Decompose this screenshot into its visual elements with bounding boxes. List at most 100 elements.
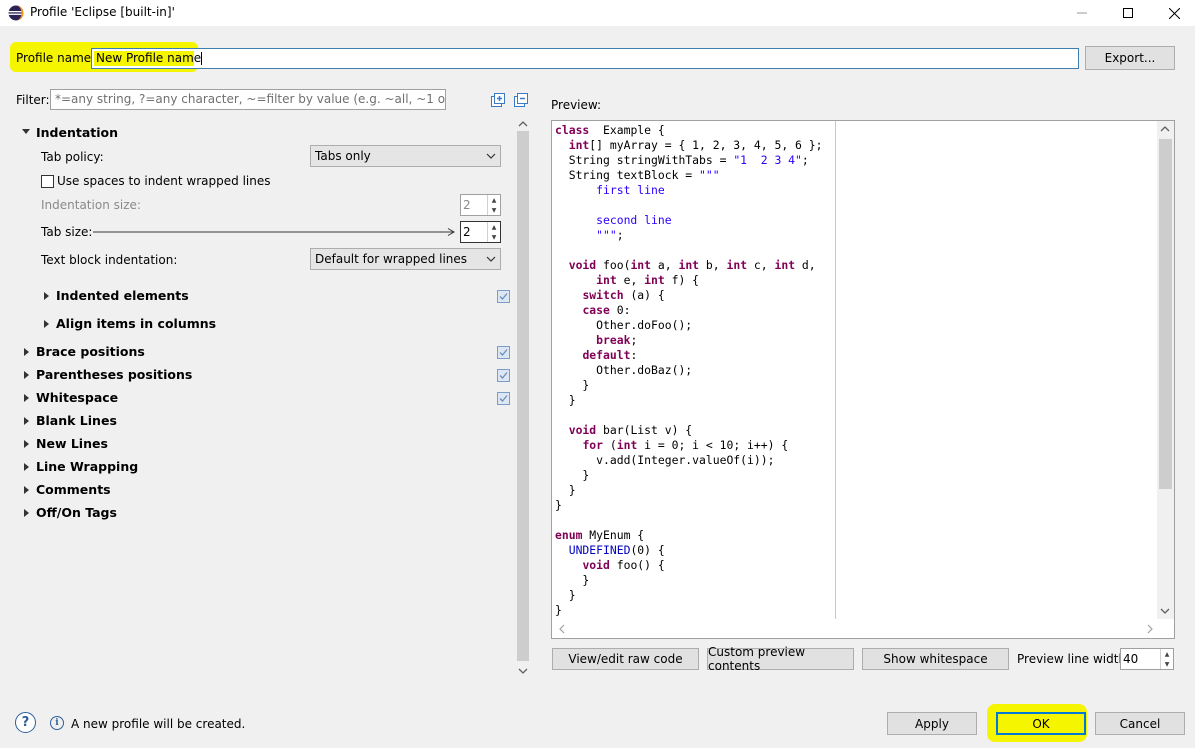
show-whitespace-button[interactable]: Show whitespace bbox=[862, 648, 1009, 670]
tree-item-indented-elements[interactable]: Indented elements bbox=[56, 288, 189, 303]
tree-item-indentation[interactable]: Indentation bbox=[36, 125, 118, 140]
code-line: } bbox=[555, 573, 590, 587]
chevron-right-icon bbox=[24, 417, 29, 425]
section-expand-toggle[interactable] bbox=[24, 509, 29, 517]
section-expand-toggle[interactable] bbox=[24, 371, 29, 379]
section-expand-toggle[interactable] bbox=[24, 440, 29, 448]
chevron-right-icon bbox=[24, 486, 29, 494]
tree-item-section[interactable]: Blank Lines bbox=[36, 413, 117, 428]
tree-item-section[interactable]: Brace positions bbox=[36, 344, 145, 359]
wrapped-spaces-checkbox[interactable] bbox=[41, 175, 54, 188]
cancel-button[interactable]: Cancel bbox=[1095, 712, 1185, 735]
code-line: } bbox=[555, 483, 576, 497]
scroll-right-icon[interactable] bbox=[1146, 624, 1154, 634]
code-line: } bbox=[555, 393, 576, 407]
tree-item-section[interactable]: Whitespace bbox=[36, 390, 118, 405]
code-line: void foo(int a, int b, int c, int d, bbox=[568, 258, 816, 272]
chevron-down-icon bbox=[486, 256, 496, 262]
scroll-down-icon[interactable] bbox=[1160, 607, 1170, 615]
collapse-all-icon[interactable] bbox=[513, 93, 529, 109]
tab-policy-select[interactable]: Tabs only bbox=[310, 145, 501, 167]
code-line: } bbox=[555, 468, 590, 482]
maximize-button[interactable] bbox=[1105, 0, 1151, 26]
check-icon bbox=[499, 293, 508, 300]
close-button[interactable] bbox=[1151, 0, 1195, 26]
preview-editor[interactable]: class Example { int[] myArray = { 1, 2, … bbox=[551, 120, 1175, 639]
preview-line-width-spinner[interactable]: 40 ▲ ▼ bbox=[1120, 648, 1174, 670]
align-columns-toggle[interactable] bbox=[44, 320, 49, 328]
chevron-down-icon bbox=[22, 129, 30, 134]
section-expand-toggle[interactable] bbox=[24, 417, 29, 425]
export-button[interactable]: Export... bbox=[1085, 46, 1175, 70]
tree-item-section[interactable]: Line Wrapping bbox=[36, 459, 138, 474]
scroll-left-icon[interactable] bbox=[558, 624, 566, 634]
status-message: A new profile will be created. bbox=[71, 717, 246, 731]
indent-size-spinner[interactable]: 2 ▲ ▼ bbox=[460, 194, 501, 216]
chevron-right-icon bbox=[44, 292, 49, 300]
tab-size-spinner[interactable]: 2 ▲ ▼ bbox=[460, 221, 501, 243]
chevron-right-icon bbox=[24, 509, 29, 517]
spinner-arrows: ▲ ▼ bbox=[1160, 649, 1173, 669]
code-line: void bar(List v) { bbox=[568, 423, 693, 437]
profile-name-field[interactable]: New Profile name bbox=[91, 48, 1079, 69]
section-expand-toggle[interactable] bbox=[24, 463, 29, 471]
scroll-up-icon[interactable] bbox=[1160, 125, 1170, 133]
profile-name-label: Profile name: bbox=[16, 51, 96, 65]
code-line: } bbox=[555, 378, 590, 392]
scroll-down-icon[interactable] bbox=[518, 667, 528, 675]
preview-hscrollbar[interactable] bbox=[552, 619, 1157, 638]
text-block-value: Default for wrapped lines bbox=[315, 252, 468, 266]
chevron-down-icon bbox=[486, 153, 496, 159]
tree-item-align-columns[interactable]: Align items in columns bbox=[56, 316, 216, 331]
chevron-right-icon bbox=[24, 371, 29, 379]
expand-all-icon[interactable] bbox=[490, 93, 506, 109]
minimize-button[interactable] bbox=[1059, 0, 1105, 26]
tree-item-section[interactable]: New Lines bbox=[36, 436, 108, 451]
spinner-up-icon[interactable]: ▲ bbox=[488, 195, 500, 205]
filter-input[interactable]: *=any string, ?=any character, ~=filter … bbox=[50, 89, 446, 110]
indentation-expand-toggle[interactable] bbox=[22, 129, 30, 134]
code-line: Other.doBaz(); bbox=[555, 363, 693, 377]
tree-scrollbar[interactable] bbox=[515, 117, 531, 680]
text-block-label: Text block indentation: bbox=[41, 253, 178, 267]
minimize-icon bbox=[1077, 12, 1087, 14]
code-line: break; bbox=[596, 333, 638, 347]
scroll-up-icon[interactable] bbox=[518, 120, 528, 128]
code-line: } bbox=[555, 588, 576, 602]
scroll-thumb[interactable] bbox=[517, 131, 529, 661]
tab-size-label: Tab size: bbox=[41, 225, 93, 239]
spinner-down-icon[interactable]: ▼ bbox=[488, 232, 500, 242]
tab-policy-value: Tabs only bbox=[315, 149, 371, 163]
apply-button[interactable]: Apply bbox=[887, 712, 977, 735]
view-raw-code-button[interactable]: View/edit raw code bbox=[552, 648, 699, 670]
chevron-right-icon bbox=[24, 348, 29, 356]
section-expand-toggle[interactable] bbox=[24, 348, 29, 356]
tree-item-section[interactable]: Parentheses positions bbox=[36, 367, 192, 382]
preview-code: class Example { int[] myArray = { 1, 2, … bbox=[555, 123, 822, 618]
tree-item-section[interactable]: Off/On Tags bbox=[36, 505, 117, 520]
spinner-down-icon[interactable]: ▼ bbox=[488, 205, 500, 215]
code-line: class Example { bbox=[555, 123, 665, 137]
text-cursor bbox=[201, 52, 203, 65]
spinner-down-icon[interactable]: ▼ bbox=[1161, 659, 1173, 669]
text-block-select[interactable]: Default for wrapped lines bbox=[310, 248, 501, 270]
preview-line-width-label: Preview line width: bbox=[1017, 652, 1131, 666]
modified-checkmark-icon bbox=[497, 369, 510, 382]
indented-elements-toggle[interactable] bbox=[44, 292, 49, 300]
help-icon[interactable]: ? bbox=[15, 712, 36, 733]
ok-button[interactable]: OK bbox=[996, 712, 1086, 735]
preview-vscrollbar[interactable] bbox=[1157, 121, 1174, 619]
spinner-up-icon[interactable]: ▲ bbox=[1161, 649, 1173, 659]
spinner-up-icon[interactable]: ▲ bbox=[488, 222, 500, 232]
section-expand-toggle[interactable] bbox=[24, 486, 29, 494]
scroll-thumb[interactable] bbox=[1159, 139, 1172, 489]
eclipse-logo-icon bbox=[8, 5, 24, 21]
close-icon bbox=[1168, 7, 1180, 19]
section-expand-toggle[interactable] bbox=[24, 394, 29, 402]
title-bar: Profile 'Eclipse [built-in]' bbox=[0, 0, 1195, 26]
custom-preview-button[interactable]: Custom preview contents bbox=[707, 645, 854, 673]
tree-item-section[interactable]: Comments bbox=[36, 482, 111, 497]
code-line: enum MyEnum { bbox=[555, 528, 645, 542]
